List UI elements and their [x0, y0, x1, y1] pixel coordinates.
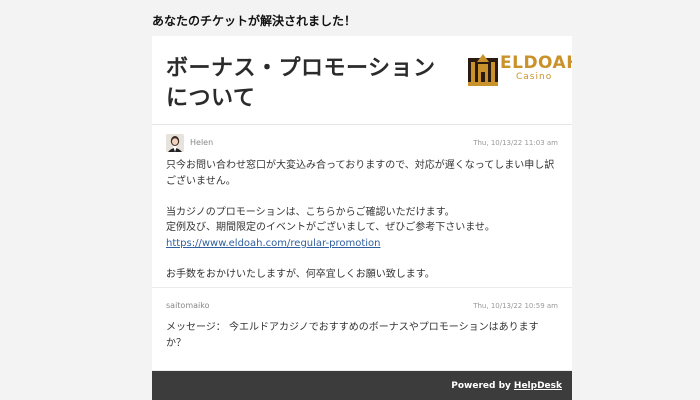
message-customer: saitomaiko Thu, 10/13/22 10:59 am メッセージ：…	[152, 288, 572, 371]
promotion-link[interactable]: https://www.eldoah.com/regular-promotion	[166, 238, 381, 249]
eldoah-casino-logo: ELDOAH Casino	[468, 50, 572, 86]
message-meta: Helen Thu, 10/13/22 11:03 am	[152, 125, 572, 152]
message-author: saitomaiko	[166, 301, 210, 310]
resolved-banner: あなたのチケットが解決されました！	[152, 14, 357, 28]
ticket-title: ボーナス・プロモーションについて	[166, 56, 436, 111]
helpdesk-link[interactable]: HelpDesk	[514, 381, 562, 391]
message-body: 只今お問い合わせ窓口が大変込み合っておりますので、対応が遅くなってしまい申し訳ご…	[152, 151, 572, 282]
message-closing: お手数をおかけいたしますが、何卒宜しくお願い致します。	[166, 268, 435, 280]
logo-subtitle: Casino	[516, 72, 553, 82]
message-body: メッセージ： 今エルドアカジノでおすすめのボーナスやプロモーションはありますか？	[166, 322, 539, 349]
message-date: Thu, 10/13/22 10:59 am	[473, 302, 558, 310]
logo-wordmark: ELDOAH	[500, 53, 572, 73]
powered-by: Powered by HelpDesk	[451, 381, 562, 392]
message-line: 定例及び、期間限定のイベントがございまして、ぜひご参考下さいませ。	[166, 222, 495, 233]
agent-avatar	[166, 134, 184, 152]
footer-bar: Powered by HelpDesk	[152, 371, 572, 400]
message-line: 只今お問い合わせ窓口が大変込み合っておりますので、対応が遅くなってしまい申し訳ご…	[166, 160, 555, 187]
powered-by-label: Powered by	[451, 381, 511, 391]
ticket-card: ボーナス・プロモーションについて ELDOAH Casino	[152, 36, 572, 400]
ticket-header: ボーナス・プロモーションについて ELDOAH Casino	[152, 36, 572, 125]
message-agent-reply: Helen Thu, 10/13/22 11:03 am 只今お問い合わせ窓口が…	[152, 125, 572, 288]
message-line: 当カジノのプロモーションは、こちらからご確認いただけます。	[166, 206, 455, 218]
castle-icon	[468, 54, 498, 86]
message-date: Thu, 10/13/22 11:03 am	[473, 139, 558, 147]
message-author: Helen	[190, 138, 214, 147]
message-meta: saitomaiko Thu, 10/13/22 10:59 am	[152, 288, 572, 314]
